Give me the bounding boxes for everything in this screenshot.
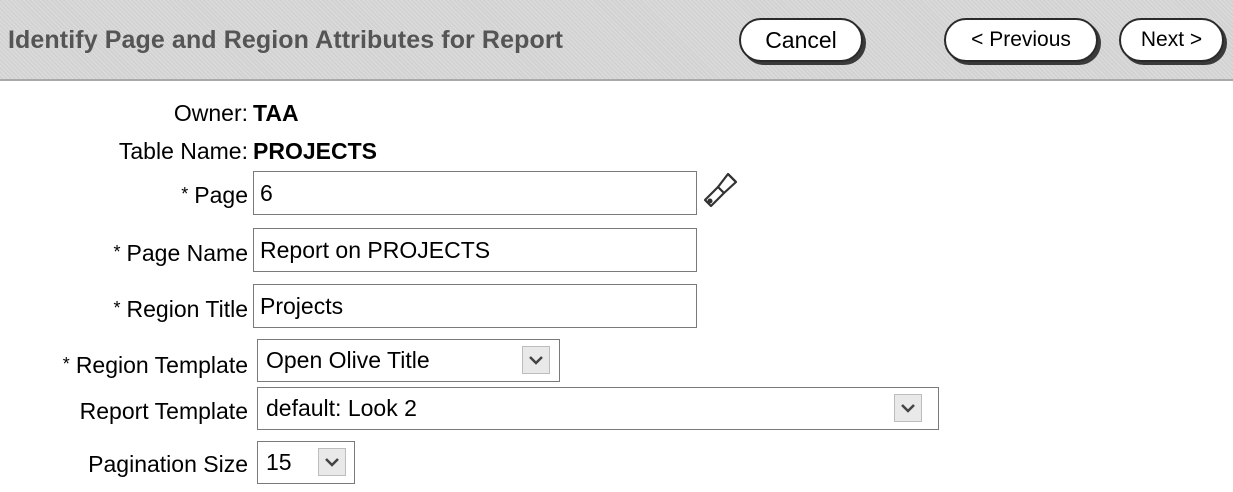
cancel-button[interactable]: Cancel bbox=[739, 18, 863, 62]
page-label-text: Page bbox=[194, 182, 248, 208]
page-name-label: * Page Name bbox=[114, 240, 248, 267]
page-name-input[interactable] bbox=[253, 228, 697, 272]
owner-label: Owner: bbox=[173, 100, 248, 126]
flashlight-icon[interactable] bbox=[700, 170, 738, 210]
table-name-label: Table Name: bbox=[118, 138, 248, 164]
region-title-input[interactable] bbox=[253, 284, 697, 328]
wizard-header: Identify Page and Region Attributes for … bbox=[0, 0, 1233, 81]
region-template-value: Open Olive Title bbox=[266, 347, 430, 373]
previous-button[interactable]: < Previous bbox=[944, 18, 1098, 62]
chevron-down-icon[interactable] bbox=[318, 448, 346, 476]
required-marker: * bbox=[181, 184, 189, 204]
table-name-value: PROJECTS bbox=[253, 138, 377, 164]
region-template-label: * Region Template bbox=[63, 352, 248, 379]
region-title-label-text: Region Title bbox=[126, 296, 248, 322]
region-template-select[interactable]: Open Olive Title bbox=[257, 339, 560, 382]
pagination-size-value: 15 bbox=[266, 449, 292, 475]
page-field-label: * Page bbox=[181, 182, 248, 209]
region-template-label-text: Region Template bbox=[75, 352, 248, 378]
chevron-down-icon[interactable] bbox=[894, 394, 922, 422]
page-name-label-text: Page Name bbox=[126, 240, 248, 266]
page-input[interactable] bbox=[253, 171, 697, 215]
report-template-select[interactable]: default: Look 2 bbox=[257, 387, 939, 430]
chevron-down-icon[interactable] bbox=[522, 346, 550, 374]
region-title-label: * Region Title bbox=[114, 296, 248, 323]
next-button[interactable]: Next > bbox=[1119, 18, 1224, 62]
pagination-size-label: Pagination Size bbox=[88, 451, 248, 477]
page-title: Identify Page and Region Attributes for … bbox=[8, 26, 564, 54]
pagination-size-select[interactable]: 15 bbox=[257, 441, 355, 484]
report-template-value: default: Look 2 bbox=[266, 395, 417, 421]
owner-value: TAA bbox=[253, 100, 299, 126]
required-marker: * bbox=[113, 242, 121, 262]
required-marker: * bbox=[113, 298, 121, 318]
wizard-page: Identify Page and Region Attributes for … bbox=[0, 0, 1233, 492]
required-marker: * bbox=[62, 354, 70, 374]
report-template-label: Report Template bbox=[79, 398, 248, 424]
